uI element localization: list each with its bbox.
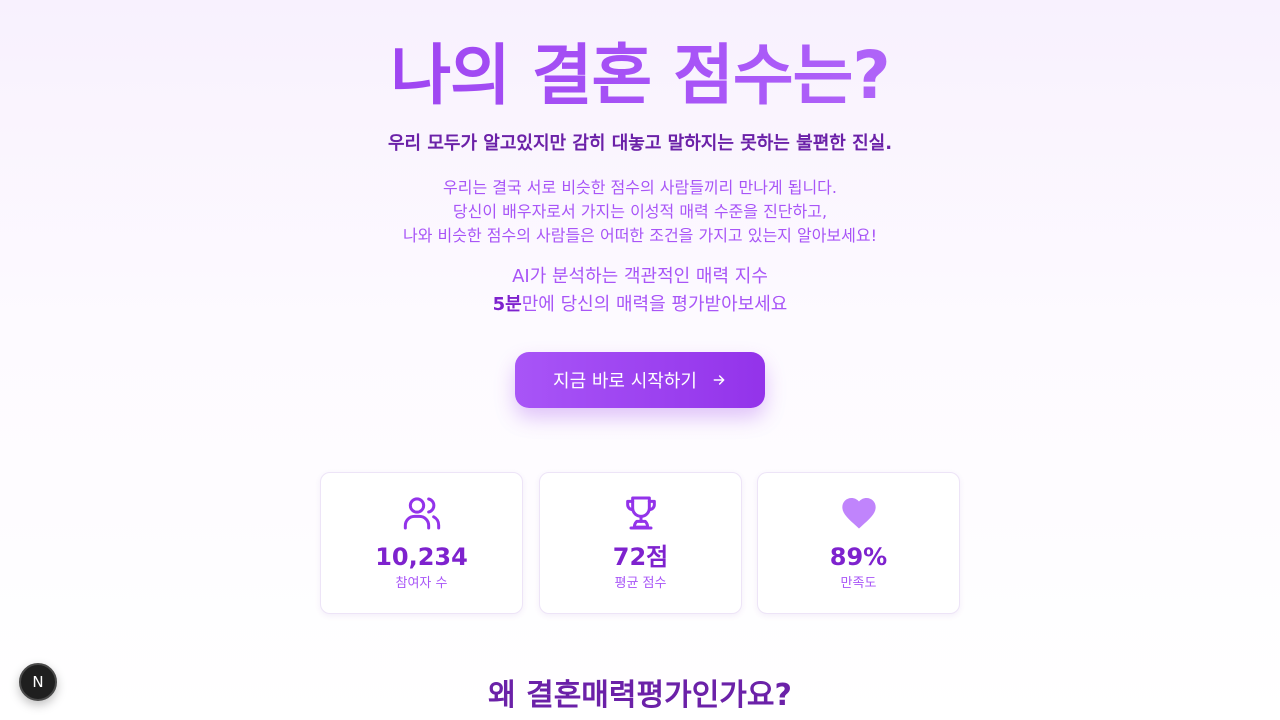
highlight-rest: 만에 당신의 매력을 평가받아보세요 (521, 294, 788, 315)
why-section-title: 왜 결혼매력평가인가요? (488, 678, 792, 713)
stat-label: 참여자 수 (395, 576, 448, 591)
highlight-line: AI가 분석하는 객관적인 매력 지수 (512, 266, 768, 287)
highlight-line: 5분만에 당신의 매력을 평가받아보세요 (0, 291, 1280, 319)
stat-value: 72점 (612, 543, 669, 571)
description-line: 나와 비슷한 점수의 사람들은 어떠한 조건을 가지고 있는지 알아보세요! (403, 226, 877, 245)
hero-description: 우리는 결국 서로 비슷한 점수의 사람들끼리 만나게 됩니다. 당신이 배우자… (0, 176, 1280, 248)
devtools-badge-label: N (32, 673, 44, 691)
hero-subtitle: 우리 모두가 알고있지만 감히 대놓고 말하지는 못하는 불편한 진실. (387, 133, 893, 154)
heart-icon (842, 498, 876, 529)
devtools-badge-button[interactable]: N (19, 663, 57, 701)
start-now-button[interactable]: 지금 바로 시작하기 (515, 352, 765, 408)
highlight-duration: 5분 (492, 294, 522, 315)
trophy-icon (626, 496, 656, 530)
stat-card-average-score: 72점 평균 점수 (539, 472, 742, 614)
stat-label: 평균 점수 (614, 576, 667, 591)
description-line: 우리는 결국 서로 비슷한 점수의 사람들끼리 만나게 됩니다. (443, 178, 837, 197)
stat-card-satisfaction: 89% 만족도 (757, 472, 960, 614)
hero-highlight: AI가 분석하는 객관적인 매력 지수 5분만에 당신의 매력을 평가받아보세요 (0, 263, 1280, 319)
arrow-right-icon (713, 375, 725, 385)
page-title: 나의 결혼 점수는? (0, 36, 1280, 116)
stat-value: 10,234 (375, 543, 468, 571)
stats-section: 10,234 참여자 수 72점 평균 점수 89% 만족도 (320, 472, 960, 614)
stat-value: 89% (829, 543, 888, 571)
stat-card-participants: 10,234 참여자 수 (320, 472, 523, 614)
description-line: 당신이 배우자로서 가지는 이성적 매력 수준을 진단하고, (452, 202, 828, 221)
users-icon (403, 497, 441, 530)
start-now-label: 지금 바로 시작하기 (553, 371, 697, 392)
stat-label: 만족도 (840, 576, 877, 591)
